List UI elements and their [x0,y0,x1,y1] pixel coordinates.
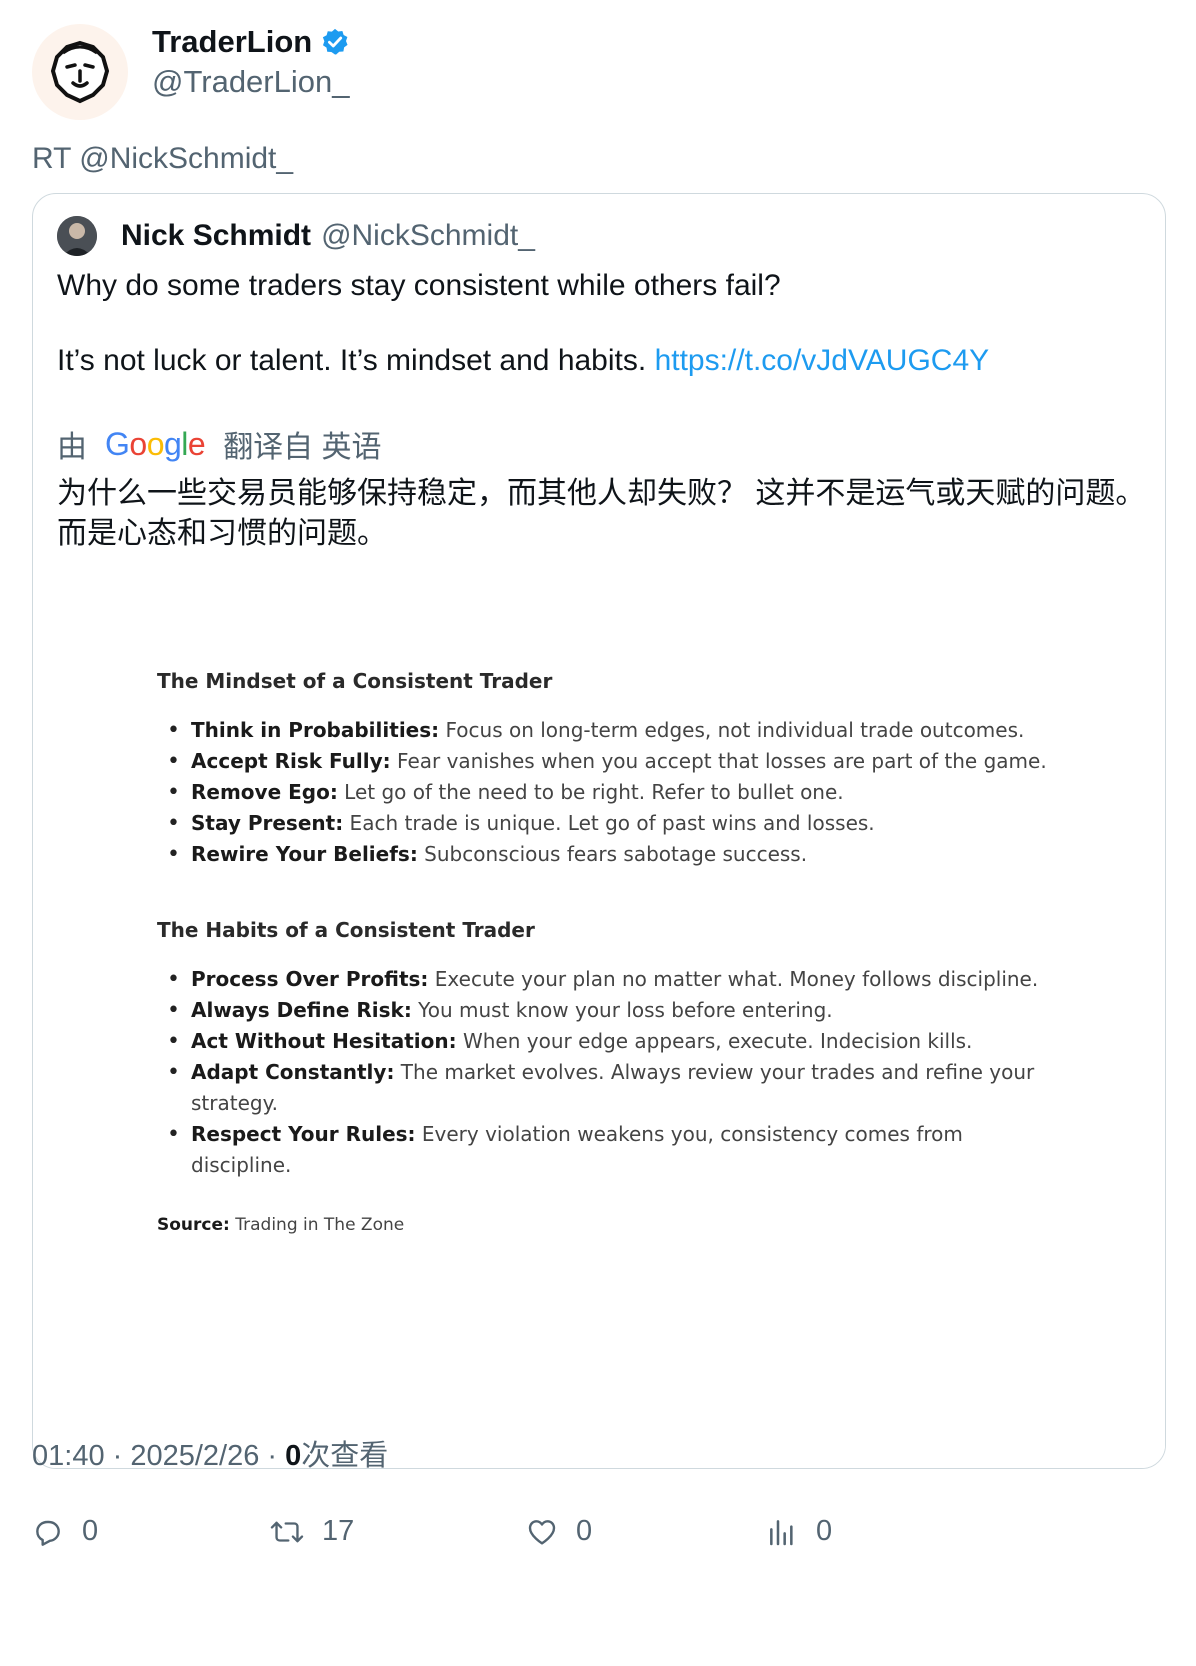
retweet-icon [270,1521,304,1542]
list-item: Act Without Hesitation: When your edge a… [157,1026,1057,1057]
tweet-timestamp[interactable]: 01:40 · 2025/2/26 · [32,1440,285,1472]
action-bar: 0 17 0 0 [32,1515,1132,1565]
quoted-text-line2: It’s not luck or talent. It’s mindset an… [57,344,647,377]
list-item: Adapt Constantly: The market evolves. Al… [157,1057,1057,1119]
list-item: Rewire Your Beliefs: Subconscious fears … [157,839,1057,870]
list-item: Respect Your Rules: Every violation weak… [157,1119,1057,1181]
quoted-author-handle[interactable]: @NickSchmidt_ [321,219,535,253]
views-count: 0 [285,1440,302,1472]
google-logo-icon: Google [105,425,206,462]
source-line: Source: Trading in The Zone [157,1215,1057,1235]
mindset-heading: The Mindset of a Consistent Trader [157,669,553,693]
quoted-text-line2-wrap: It’s not luck or talent. It’s mindset an… [57,341,1137,381]
image-document: The Mindset of a Consistent Trader Think… [157,669,1057,1235]
like-button[interactable]: 0 [526,1515,592,1548]
tweet-media-image[interactable]: The Mindset of a Consistent Trader Think… [33,589,1165,1468]
habits-list: Process Over Profits: Execute your plan … [157,964,1057,1181]
retweet-text: RT @NickSchmidt_ [32,142,294,175]
translated-text: 为什么一些交易员能够保持稳定，而其他人却失败？ 这并不是运气或天赋的问题。而是心… [57,477,1146,550]
source-label: Source: [157,1215,230,1235]
reply-button[interactable]: 0 [32,1515,98,1548]
quoted-author-avatar[interactable] [57,216,97,256]
list-item: Always Define Risk: You must know your l… [157,995,1057,1026]
views-action-count: 0 [816,1515,833,1547]
tweet-link[interactable]: https://t.co/vJdVAUGC4Y [655,344,990,377]
author-handle[interactable]: @TraderLion_ [152,64,349,100]
quoted-tweet-header: Nick Schmidt @NickSchmidt_ [57,216,535,256]
retweet-count: 17 [322,1515,355,1547]
translation-attribution: 由 Google 翻译自 英语 [57,422,382,466]
heart-icon [528,1519,556,1545]
list-item: Accept Risk Fully: Fear vanishes when yo… [157,746,1057,777]
translate-prefix: 由 [57,431,87,464]
quoted-author-name[interactable]: Nick Schmidt [121,219,311,253]
verified-badge-icon [323,28,348,55]
author-display-name[interactable]: TraderLion [152,24,312,60]
mindset-list: Think in Probabilities: Focus on long-te… [157,715,1057,870]
list-item: Stay Present: Each trade is unique. Let … [157,808,1057,839]
list-item: Remove Ego: Let go of the need to be rig… [157,777,1057,808]
lion-logo-icon [50,40,110,104]
list-item: Process Over Profits: Execute your plan … [157,964,1057,995]
person-photo-icon [57,216,97,256]
retweet-button[interactable]: 17 [270,1515,354,1548]
author-avatar[interactable] [32,24,128,120]
reply-icon [36,1520,60,1546]
views-label: 次查看 [301,1440,389,1472]
quoted-tweet-text: Why do some traders stay consistent whil… [57,266,1137,381]
list-item: Think in Probabilities: Focus on long-te… [157,715,1057,746]
translate-suffix[interactable]: 翻译自 英语 [223,422,381,466]
quoted-tweet-card[interactable]: Nick Schmidt @NickSchmidt_ Why do some t… [32,193,1166,1469]
source-text: Trading in The Zone [229,1215,405,1235]
tweet-header: TraderLion @TraderLion_ [32,24,1132,124]
views-button[interactable]: 0 [766,1515,832,1548]
tweet-meta: 01:40 · 2025/2/26 · 0次查看 [32,1432,388,1474]
habits-heading: The Habits of a Consistent Trader [157,918,535,942]
like-count: 0 [576,1515,593,1547]
analytics-icon [770,1519,793,1545]
quoted-text-line1: Why do some traders stay consistent whil… [57,269,781,302]
reply-count: 0 [82,1515,99,1547]
